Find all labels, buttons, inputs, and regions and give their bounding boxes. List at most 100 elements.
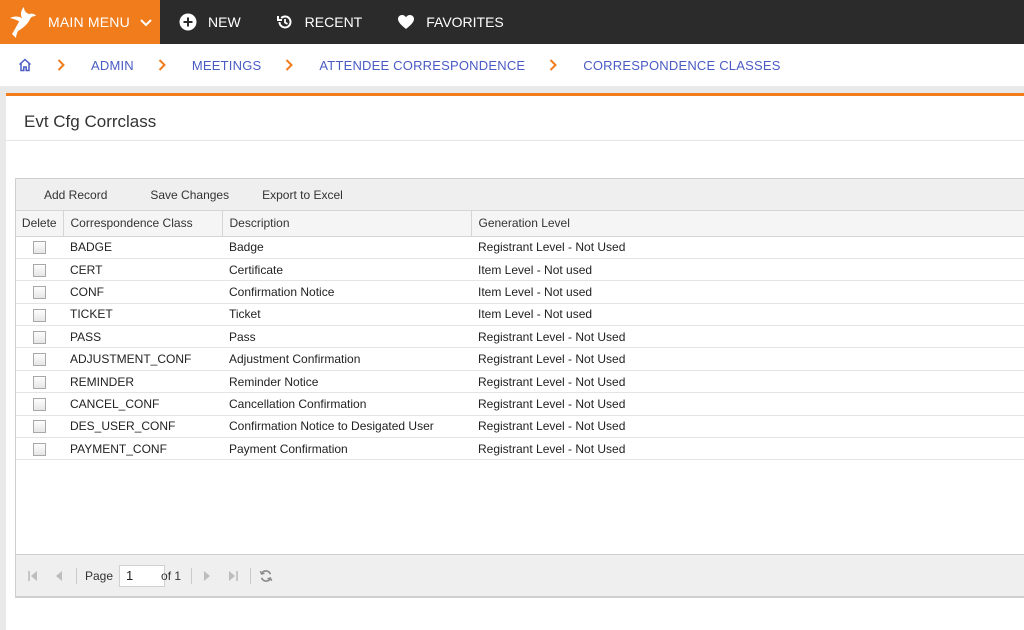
correspondence-class-cell[interactable]: PASS: [63, 325, 222, 349]
correspondence-class-cell[interactable]: CONF: [63, 280, 222, 304]
main-menu-button[interactable]: MAIN MENU: [0, 0, 160, 44]
delete-checkbox[interactable]: [33, 442, 46, 456]
recent-button[interactable]: RECENT: [275, 0, 362, 44]
breadcrumb: ADMIN MEETINGS ATTENDEE CORRESPONDENCE C…: [0, 44, 1024, 86]
correspondence-class-cell[interactable]: TICKET: [63, 303, 222, 327]
generation-level-cell[interactable]: Registrant Level - Not Used: [471, 415, 1024, 439]
correspondence-class-cell[interactable]: ADJUSTMENT_CONF: [63, 347, 222, 371]
table-row[interactable]: BADGE Badge Registrant Level - Not Used: [16, 236, 1024, 259]
generation-level-cell[interactable]: Registrant Level - Not Used: [471, 347, 1024, 371]
delete-checkbox[interactable]: [33, 286, 46, 300]
delete-cell: [16, 325, 63, 349]
chevron-right-icon: [57, 59, 65, 71]
heart-icon: [396, 12, 416, 32]
table-row[interactable]: REMINDER Reminder Notice Registrant Level …: [16, 370, 1024, 394]
add-record-button[interactable]: Add Record: [44, 188, 107, 202]
table-row[interactable]: PASS Pass Registrant Level - Not Used: [16, 325, 1024, 349]
description-cell[interactable]: Reminder Notice: [222, 370, 471, 394]
breadcrumb-admin[interactable]: ADMIN: [91, 58, 134, 73]
table-row[interactable]: TICKET Ticket Item Level - Not used: [16, 303, 1024, 327]
correspondence-class-cell[interactable]: PAYMENT_CONF: [63, 437, 222, 461]
table-row[interactable]: CERT Certificate Item Level - Not used: [16, 258, 1024, 282]
favorites-button[interactable]: FAVORITES: [396, 0, 504, 44]
delete-checkbox[interactable]: [33, 308, 46, 322]
home-icon[interactable]: [17, 57, 33, 73]
first-page-icon[interactable]: [26, 569, 40, 583]
page-label: Page: [85, 568, 114, 583]
top-nav-bar: MAIN MENU NEW RECENT FAVORITES: [0, 0, 1024, 44]
table-row[interactable]: CONF Confirmation Notice Item Level - Not …: [16, 280, 1024, 304]
description-cell[interactable]: Payment Confirmation: [222, 437, 471, 461]
chevron-right-icon: [549, 59, 558, 71]
chevron-right-icon: [158, 59, 166, 71]
column-header-delete[interactable]: Delete: [16, 211, 64, 237]
page-number-input[interactable]: [119, 564, 166, 587]
delete-cell: [16, 370, 63, 394]
breadcrumb-attendee-correspondence[interactable]: ATTENDEE CORRESPONDENCE: [319, 58, 525, 73]
pager-divider: [250, 567, 252, 584]
description-cell[interactable]: Ticket: [222, 303, 471, 327]
generation-level-cell[interactable]: Item Level - Not used: [471, 303, 1024, 327]
pager-divider: [191, 567, 193, 584]
table-row[interactable]: CANCEL_CONF Cancellation Confirmation Regi…: [16, 392, 1024, 416]
new-button[interactable]: NEW: [178, 0, 241, 44]
pager: Page of 1: [15, 554, 1024, 597]
delete-checkbox[interactable]: [33, 420, 46, 434]
delete-checkbox[interactable]: [33, 375, 46, 389]
correspondence-class-cell[interactable]: CANCEL_CONF: [63, 392, 222, 416]
new-label: NEW: [208, 14, 241, 30]
generation-level-cell[interactable]: Registrant Level - Not Used: [471, 370, 1024, 394]
breadcrumb-correspondence-classes[interactable]: CORRESPONDENCE CLASSES: [583, 58, 780, 73]
page-count-label: of 1: [161, 568, 182, 583]
correspondence-class-cell[interactable]: DES_USER_CONF: [63, 415, 222, 439]
description-cell[interactable]: Adjustment Confirmation: [222, 347, 471, 371]
table-row[interactable]: PAYMENT_CONF Payment Confirmation Registra…: [16, 437, 1024, 461]
correspondence-class-cell[interactable]: BADGE: [63, 236, 222, 259]
delete-checkbox[interactable]: [33, 330, 46, 344]
description-cell[interactable]: Certificate: [222, 258, 471, 282]
description-cell[interactable]: Badge: [222, 236, 471, 259]
generation-level-cell[interactable]: Registrant Level - Not Used: [471, 236, 1024, 259]
table-row[interactable]: ADJUSTMENT_CONF Adjustment Confirmation Re…: [16, 347, 1024, 371]
data-grid: Add Record Save Changes Export to Excel …: [15, 178, 1024, 598]
description-cell[interactable]: Confirmation Notice to Desigated User: [222, 415, 471, 439]
delete-cell: [16, 258, 63, 282]
delete-checkbox[interactable]: [33, 241, 46, 255]
history-icon: [275, 12, 295, 32]
grid-table: Delete Correspondence Class Description …: [16, 211, 1024, 461]
refresh-icon[interactable]: [259, 569, 273, 583]
delete-cell: [16, 280, 63, 304]
table-row[interactable]: DES_USER_CONF Confirmation Notice to Desi…: [16, 415, 1024, 439]
generation-level-cell[interactable]: Registrant Level - Not Used: [471, 437, 1024, 461]
export-excel-button[interactable]: Export to Excel: [262, 188, 343, 202]
column-header-description[interactable]: Description: [222, 211, 472, 237]
generation-level-cell[interactable]: Registrant Level - Not Used: [471, 325, 1024, 349]
correspondence-class-cell[interactable]: REMINDER: [63, 370, 222, 394]
delete-cell: [16, 236, 63, 259]
delete-checkbox[interactable]: [33, 353, 46, 367]
chevron-down-icon: [140, 14, 152, 30]
correspondence-class-cell[interactable]: CERT: [63, 258, 222, 282]
column-header-correspondence-class[interactable]: Correspondence Class: [63, 211, 223, 237]
delete-checkbox[interactable]: [33, 398, 46, 412]
description-cell[interactable]: Pass: [222, 325, 471, 349]
breadcrumb-meetings[interactable]: MEETINGS: [192, 58, 262, 73]
delete-checkbox[interactable]: [33, 263, 46, 277]
next-page-icon[interactable]: [200, 569, 214, 583]
plus-circle-icon: [178, 12, 198, 32]
delete-cell: [16, 347, 63, 371]
generation-level-cell[interactable]: Item Level - Not used: [471, 280, 1024, 304]
column-header-generation-level[interactable]: Generation Level: [471, 211, 1024, 237]
delete-cell: [16, 415, 63, 439]
favorites-label: FAVORITES: [426, 14, 504, 30]
previous-page-icon[interactable]: [52, 569, 66, 583]
description-cell[interactable]: Confirmation Notice: [222, 280, 471, 304]
grid-toolbar: Add Record Save Changes Export to Excel: [16, 179, 1024, 211]
main-menu-label: MAIN MENU: [48, 14, 130, 30]
generation-level-cell[interactable]: Registrant Level - Not Used: [471, 392, 1024, 416]
title-divider: [6, 140, 1024, 141]
description-cell[interactable]: Cancellation Confirmation: [222, 392, 471, 416]
save-changes-button[interactable]: Save Changes: [150, 188, 229, 202]
last-page-icon[interactable]: [226, 569, 240, 583]
generation-level-cell[interactable]: Item Level - Not used: [471, 258, 1024, 282]
